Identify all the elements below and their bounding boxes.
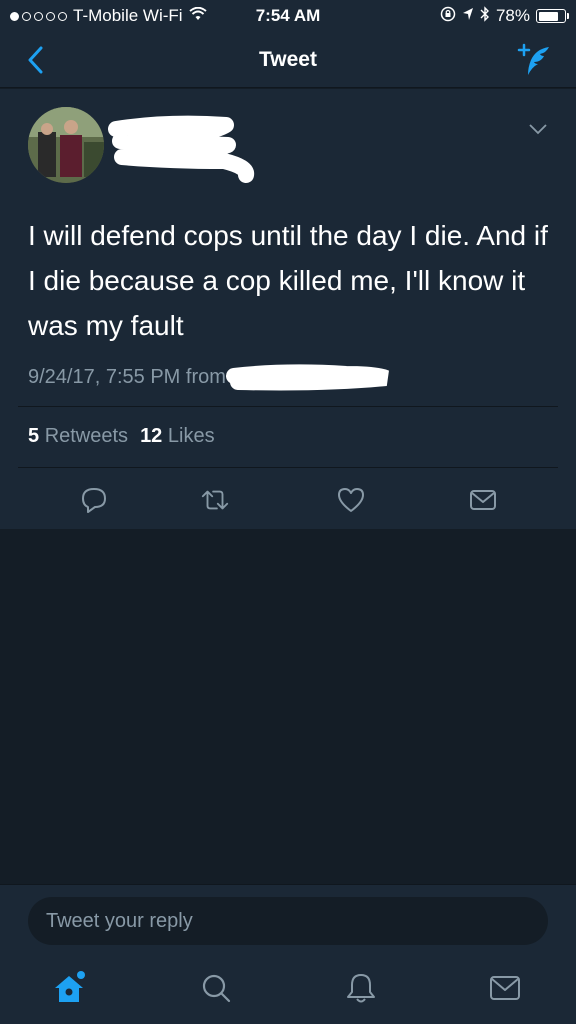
compose-tweet-button[interactable] bbox=[514, 40, 554, 80]
retweets-count: 5 bbox=[28, 425, 40, 447]
tweet-timestamp: 9/24/17, 7:55 PM from bbox=[28, 365, 226, 388]
page-title: Tweet bbox=[259, 47, 317, 71]
replies-area bbox=[0, 529, 576, 884]
location-arrow-icon bbox=[462, 6, 474, 26]
tweet-stats: 5 Retweets 12 Likes bbox=[28, 425, 215, 448]
divider bbox=[18, 406, 558, 407]
rotation-lock-icon bbox=[440, 6, 456, 27]
likes-count: 12 bbox=[140, 425, 163, 447]
likes-stat[interactable]: 12 Likes bbox=[140, 425, 215, 448]
retweet-icon bbox=[201, 490, 229, 510]
tweet-meta: 9/24/17, 7:55 PM from bbox=[28, 364, 394, 391]
battery-icon bbox=[536, 9, 569, 23]
tweet-card: I will defend cops until the day I die. … bbox=[0, 89, 576, 529]
tab-notifications[interactable] bbox=[343, 970, 379, 1006]
search-icon bbox=[202, 974, 231, 1003]
direct-message-button[interactable] bbox=[468, 485, 498, 515]
battery-percent: 78% bbox=[495, 6, 530, 25]
retweets-label: Retweets bbox=[44, 425, 129, 447]
reply-button[interactable] bbox=[79, 485, 109, 515]
tweet-actions bbox=[0, 473, 576, 525]
retweet-button[interactable] bbox=[200, 485, 230, 515]
tab-messages[interactable] bbox=[487, 970, 523, 1006]
wifi-icon bbox=[188, 6, 207, 26]
status-right: 78% bbox=[440, 5, 569, 27]
avatar[interactable] bbox=[28, 107, 104, 183]
like-icon bbox=[338, 488, 364, 512]
signal-strength-icon bbox=[10, 11, 67, 21]
notifications-icon bbox=[347, 974, 375, 1003]
chevron-down-icon[interactable] bbox=[528, 123, 548, 135]
source-link[interactable] bbox=[225, 364, 394, 391]
tab-home[interactable] bbox=[51, 970, 87, 1006]
status-left: T-Mobile Wi-Fi bbox=[10, 6, 207, 26]
compose-tweet-icon bbox=[517, 43, 549, 75]
bluetooth-icon bbox=[480, 5, 490, 27]
back-button[interactable] bbox=[20, 44, 50, 76]
likes-label: Likes bbox=[167, 425, 215, 447]
carrier-label: T-Mobile Wi-Fi bbox=[73, 6, 183, 25]
reply-input[interactable] bbox=[28, 897, 548, 945]
reply-icon bbox=[82, 488, 106, 513]
tab-bar bbox=[0, 954, 576, 1024]
home-icon bbox=[55, 971, 85, 1002]
tweet-text: I will defend cops until the day I die. … bbox=[28, 220, 548, 341]
like-button[interactable] bbox=[336, 485, 366, 515]
messages-icon bbox=[490, 976, 520, 1000]
status-bar: T-Mobile Wi-Fi 7:54 AM 78% bbox=[0, 0, 576, 32]
message-icon bbox=[470, 490, 496, 510]
retweets-stat[interactable]: 5 Retweets bbox=[28, 425, 128, 448]
redacted-username-scribble bbox=[108, 115, 255, 183]
tab-search[interactable] bbox=[198, 970, 234, 1006]
nav-bar: Tweet bbox=[0, 32, 576, 88]
reply-bar bbox=[0, 884, 576, 954]
chevron-left-icon bbox=[28, 46, 43, 74]
divider bbox=[18, 467, 558, 468]
